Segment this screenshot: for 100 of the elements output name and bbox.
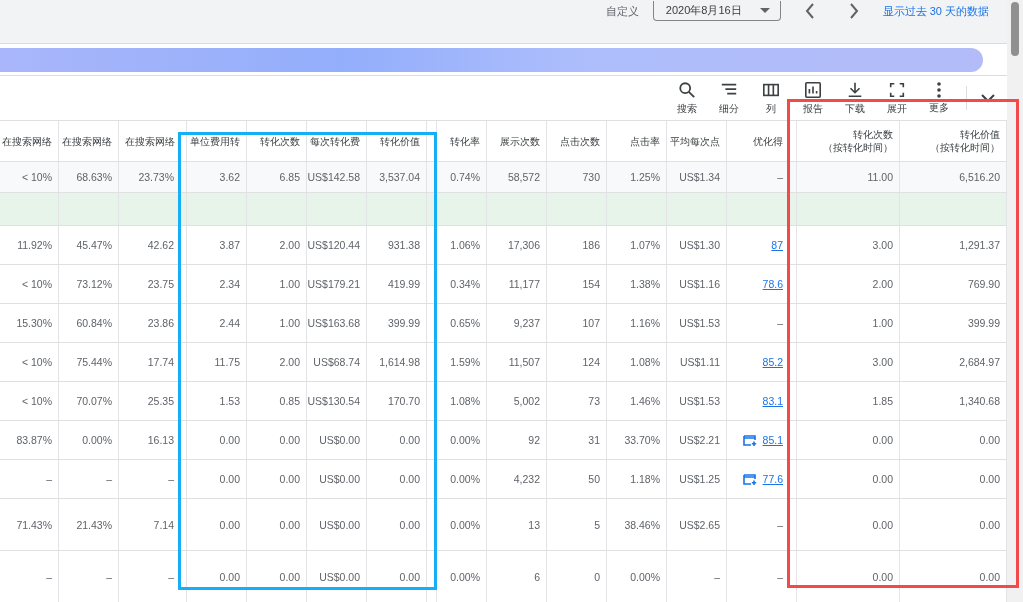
table-cell: 0.00 xyxy=(399,473,420,485)
table-cell: 5 xyxy=(594,518,600,531)
table-cell: 1,291.37 xyxy=(959,239,1000,251)
table-cell: 1.46% xyxy=(630,395,660,407)
table-cell: 0.00 xyxy=(219,434,240,446)
toolbar-button[interactable]: 报告 xyxy=(792,78,834,118)
table-cell: 0.00 xyxy=(279,473,300,485)
table-cell: 0.74% xyxy=(450,171,480,183)
window-plus-icon[interactable] xyxy=(742,473,757,485)
table-cell: 1.16% xyxy=(630,317,660,329)
table-cell: 769.90 xyxy=(967,278,1000,290)
table-cell: 0.00 xyxy=(279,518,300,531)
table-cell: 1.53 xyxy=(219,395,240,407)
table-cell: 0.65% xyxy=(450,317,480,329)
score-link[interactable]: 85.1 xyxy=(762,434,783,446)
table-cell: – xyxy=(106,473,112,485)
table-cell: 73.12% xyxy=(76,278,112,290)
table-cell: – xyxy=(168,473,174,485)
table-cell: 58,572 xyxy=(507,171,540,183)
date-dropdown[interactable]: 2020年8月16日 xyxy=(652,1,781,21)
table-cell: 1.00 xyxy=(279,317,300,329)
table-cell: 0.00% xyxy=(450,434,480,446)
score-link[interactable]: 77.6 xyxy=(762,473,783,485)
table-cell: 1,340.68 xyxy=(959,395,1000,407)
table-cell: 2,684.97 xyxy=(959,356,1000,368)
score-link[interactable]: 78.6 xyxy=(762,278,783,290)
table-cell: 2.34 xyxy=(219,278,240,290)
table-cell: 5,002 xyxy=(513,395,540,407)
table-cell: 73 xyxy=(588,395,600,407)
table-cell: 3,537.04 xyxy=(379,171,420,183)
table-cell: – xyxy=(46,570,52,583)
table-cell: 71.43% xyxy=(16,518,52,531)
table-cell: 15.30% xyxy=(16,317,52,329)
toolbar-button[interactable]: 列 xyxy=(750,78,792,118)
table-cell: 83.87% xyxy=(16,434,52,446)
window-plus-icon[interactable] xyxy=(742,434,757,446)
table-cell: US$1.34 xyxy=(679,171,720,183)
table-cell: 730 xyxy=(582,171,600,183)
toolbar-button[interactable]: 更多 xyxy=(918,78,960,118)
table-cell: 25.35 xyxy=(147,395,174,407)
table-cell: < 10% xyxy=(21,278,52,290)
table-cell: 68.63% xyxy=(76,171,112,183)
table-cell: 0.00% xyxy=(82,434,112,446)
table-cell: 2.44 xyxy=(219,317,240,329)
table-cell: 42.62 xyxy=(147,239,174,251)
table-cell: 0.00 xyxy=(872,518,893,531)
table-cell: 1,614.98 xyxy=(379,356,420,368)
table-cell: 0.85 xyxy=(279,395,300,407)
table-cell: US$0.00 xyxy=(319,518,360,531)
table-cell: – xyxy=(777,171,783,183)
more-icon xyxy=(937,81,941,98)
next-icon[interactable] xyxy=(848,3,859,19)
toolbar-button[interactable]: 搜索 xyxy=(666,78,708,118)
table-cell: 23.73% xyxy=(138,171,174,183)
table-cell: 6 xyxy=(534,570,540,583)
toolbar-button[interactable]: 展开 xyxy=(876,78,918,118)
table-cell: US$179.21 xyxy=(307,278,360,290)
table-cell: 1.00 xyxy=(279,278,300,290)
table-cell: 0.00 xyxy=(979,570,1000,583)
score-link[interactable]: 85.2 xyxy=(762,356,783,368)
table-cell: < 10% xyxy=(21,395,52,407)
table-cell: US$2.21 xyxy=(679,434,720,446)
table-cell: 7.14 xyxy=(153,518,174,531)
table-cell: 23.75 xyxy=(147,278,174,290)
table-cell: 2.00 xyxy=(279,239,300,251)
table-cell: 45.47% xyxy=(76,239,112,251)
table-cell: 13 xyxy=(528,518,540,531)
table-cell: 21.43% xyxy=(76,518,112,531)
download-icon xyxy=(846,80,864,99)
table-cell: – xyxy=(777,518,783,531)
table-cell: 0.00 xyxy=(279,570,300,583)
bar-chart-icon xyxy=(804,80,822,99)
score-link[interactable]: 83.1 xyxy=(762,395,783,407)
table-cell: 0.00 xyxy=(872,570,893,583)
table-cell: 0 xyxy=(594,570,600,583)
table-cell: 0.00 xyxy=(279,434,300,446)
table-cell: 1.00 xyxy=(872,317,893,329)
table-cell: 0.00 xyxy=(219,570,240,583)
table-cell: 17,306 xyxy=(507,239,540,251)
scrollbar-thumb[interactable] xyxy=(1011,2,1019,56)
table-cell: 0.00 xyxy=(872,434,893,446)
date-shortcut-link[interactable]: 显示过去 30 天的数据 xyxy=(882,3,989,19)
score-link[interactable]: 87 xyxy=(771,239,783,251)
table-cell: 9,237 xyxy=(513,317,540,329)
table-cell: 0.00% xyxy=(450,518,480,531)
table-cell: 11.92% xyxy=(17,239,52,251)
toolbar-button[interactable]: 细分 xyxy=(708,78,750,118)
table-cell: 31 xyxy=(588,434,600,446)
table-cell: 2.00 xyxy=(872,278,893,290)
table-cell: 0.00% xyxy=(450,570,480,583)
table-cell: 0.00 xyxy=(872,473,893,485)
table-cell: 3.00 xyxy=(872,356,893,368)
caret-icon xyxy=(759,8,770,13)
table-cell: 0.00 xyxy=(979,434,1000,446)
table-cell: 17.74 xyxy=(147,356,174,368)
table-cell: 11.00 xyxy=(867,171,893,183)
table-cell: 3.87 xyxy=(219,239,240,251)
table-cell: US$2.65 xyxy=(679,518,720,531)
toolbar-button[interactable]: 下载 xyxy=(834,78,876,118)
previous-icon[interactable] xyxy=(804,3,815,19)
